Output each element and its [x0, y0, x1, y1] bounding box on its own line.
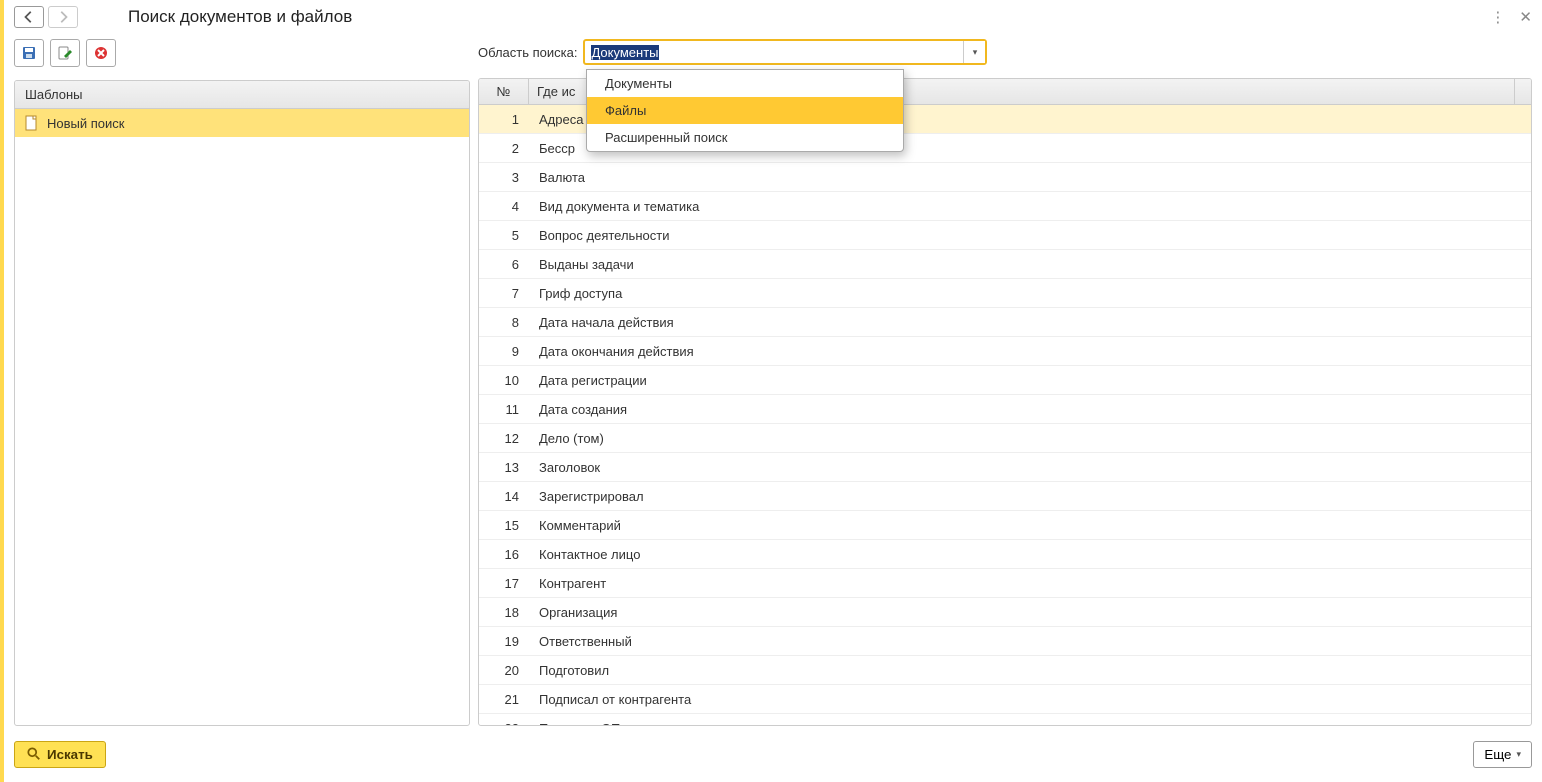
cell-where: Комментарий	[529, 518, 1531, 533]
column-header-number[interactable]: №	[479, 79, 529, 104]
table-row[interactable]: 6Выданы задачи	[479, 250, 1531, 279]
nav-back-button[interactable]	[14, 6, 44, 28]
cell-where: Валюта	[529, 170, 1531, 185]
cell-number: 22	[479, 721, 529, 726]
table-row[interactable]: 12Дело (том)	[479, 424, 1531, 453]
table-row[interactable]: 20Подготовил	[479, 656, 1531, 685]
scope-dropdown-button[interactable]	[963, 41, 985, 63]
cell-number: 8	[479, 315, 529, 330]
cell-number: 7	[479, 286, 529, 301]
table-row[interactable]: 17Контрагент	[479, 569, 1531, 598]
table-row[interactable]: 18Организация	[479, 598, 1531, 627]
pencil-sheet-icon	[57, 45, 73, 61]
cell-where: Гриф доступа	[529, 286, 1531, 301]
criteria-grid: № Где ис 1Адреса2Бесср3Валюта4Вид докуме…	[478, 78, 1532, 726]
scope-label: Область поиска:	[478, 45, 577, 60]
cell-where: Контрагент	[529, 576, 1531, 591]
cell-number: 10	[479, 373, 529, 388]
cell-number: 16	[479, 547, 529, 562]
cell-number: 4	[479, 199, 529, 214]
table-row[interactable]: 4Вид документа и тематика	[479, 192, 1531, 221]
more-button[interactable]: Еще	[1473, 741, 1532, 768]
scope-input[interactable]: Документы	[585, 41, 963, 63]
cell-number: 14	[479, 489, 529, 504]
cell-where: Организация	[529, 605, 1531, 620]
cell-where: Дата начала действия	[529, 315, 1531, 330]
table-row[interactable]: 11Дата создания	[479, 395, 1531, 424]
table-row[interactable]: 15Комментарий	[479, 511, 1531, 540]
scope-option-files[interactable]: Файлы	[587, 97, 903, 124]
cell-where: Дата регистрации	[529, 373, 1531, 388]
table-row[interactable]: 5Вопрос деятельности	[479, 221, 1531, 250]
table-row[interactable]: 16Контактное лицо	[479, 540, 1531, 569]
cell-where: Ответственный	[529, 634, 1531, 649]
edit-button[interactable]	[50, 39, 80, 67]
document-icon	[25, 115, 39, 131]
table-row[interactable]: 10Дата регистрации	[479, 366, 1531, 395]
template-item[interactable]: Новый поиск	[15, 109, 469, 137]
table-row[interactable]: 7Гриф доступа	[479, 279, 1531, 308]
search-button-label: Искать	[47, 747, 93, 762]
cell-where: Дата окончания действия	[529, 344, 1531, 359]
cell-where: Вопрос деятельности	[529, 228, 1531, 243]
table-row[interactable]: 3Валюта	[479, 163, 1531, 192]
cell-number: 1	[479, 112, 529, 127]
scope-option-documents[interactable]: Документы	[587, 70, 903, 97]
cell-number: 17	[479, 576, 529, 591]
cell-where: Подписан ЭП	[529, 721, 1531, 726]
cell-number: 13	[479, 460, 529, 475]
cell-number: 15	[479, 518, 529, 533]
nav-forward-button[interactable]	[48, 6, 78, 28]
cell-number: 19	[479, 634, 529, 649]
cell-where: Дело (том)	[529, 431, 1531, 446]
cell-number: 18	[479, 605, 529, 620]
cell-where: Вид документа и тематика	[529, 199, 1531, 214]
table-row[interactable]: 14Зарегистрировал	[479, 482, 1531, 511]
cell-where: Дата создания	[529, 402, 1531, 417]
arrow-left-icon	[22, 10, 36, 24]
table-row[interactable]: 21Подписал от контрагента	[479, 685, 1531, 714]
scope-select[interactable]: Документы	[583, 39, 987, 65]
cell-where: Контактное лицо	[529, 547, 1531, 562]
table-row[interactable]: 19Ответственный	[479, 627, 1531, 656]
cell-number: 20	[479, 663, 529, 678]
cell-where: Заголовок	[529, 460, 1531, 475]
scope-option-advanced[interactable]: Расширенный поиск	[587, 124, 903, 151]
template-item-label: Новый поиск	[47, 116, 124, 131]
scope-dropdown-panel: Документы Файлы Расширенный поиск	[586, 69, 904, 152]
save-button[interactable]	[14, 39, 44, 67]
cell-where: Выданы задачи	[529, 257, 1531, 272]
kebab-menu-icon[interactable]: ⋮	[1490, 8, 1505, 26]
cell-number: 5	[479, 228, 529, 243]
more-button-label: Еще	[1484, 747, 1511, 762]
table-row[interactable]: 22Подписан ЭП	[479, 714, 1531, 725]
templates-header: Шаблоны	[15, 81, 469, 109]
cell-number: 2	[479, 141, 529, 156]
cell-where: Подписал от контрагента	[529, 692, 1531, 707]
table-row[interactable]: 13Заголовок	[479, 453, 1531, 482]
cell-where: Зарегистрировал	[529, 489, 1531, 504]
grid-body[interactable]: 1Адреса2Бесср3Валюта4Вид документа и тем…	[479, 105, 1531, 725]
magnifier-icon	[27, 747, 41, 761]
cell-number: 6	[479, 257, 529, 272]
cell-number: 21	[479, 692, 529, 707]
search-button[interactable]: Искать	[14, 741, 106, 768]
cell-number: 9	[479, 344, 529, 359]
floppy-icon	[21, 45, 37, 61]
arrow-right-icon	[56, 10, 70, 24]
cell-where: Подготовил	[529, 663, 1531, 678]
delete-button[interactable]	[86, 39, 116, 67]
cell-number: 3	[479, 170, 529, 185]
table-row[interactable]: 9Дата окончания действия	[479, 337, 1531, 366]
close-icon[interactable]: ✕	[1519, 8, 1532, 26]
delete-x-icon	[93, 45, 109, 61]
cell-number: 11	[479, 402, 529, 417]
cell-number: 12	[479, 431, 529, 446]
page-title: Поиск документов и файлов	[128, 7, 352, 27]
table-row[interactable]: 8Дата начала действия	[479, 308, 1531, 337]
